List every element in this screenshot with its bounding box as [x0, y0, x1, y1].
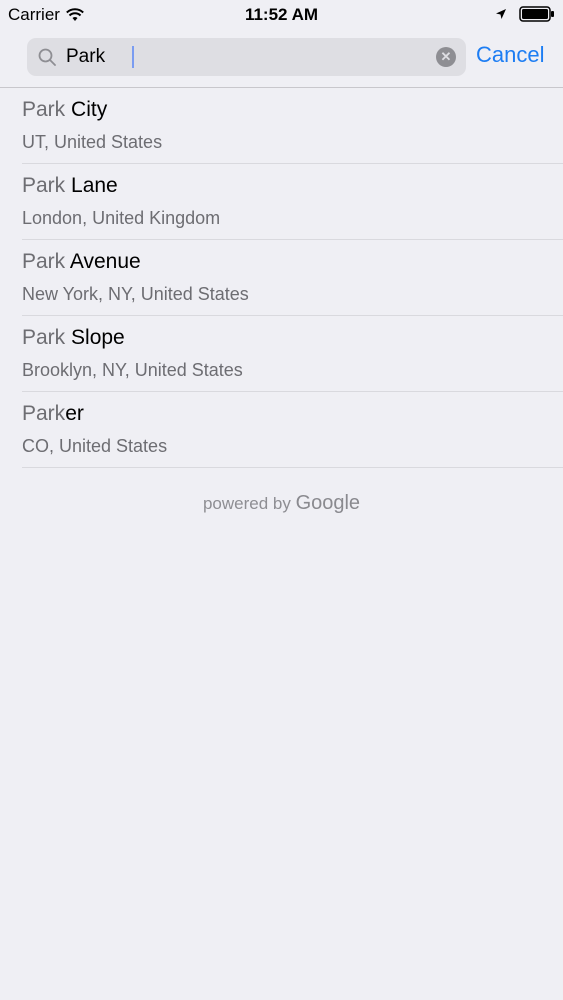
result-item[interactable]: Parker CO, United States: [22, 392, 563, 468]
battery-icon: [519, 6, 555, 22]
text-caret: [132, 46, 134, 68]
result-title-match: Park: [22, 326, 66, 349]
google-logo: Google: [295, 492, 361, 514]
result-title-rest: City: [65, 98, 108, 121]
result-title: Park City: [22, 98, 107, 122]
powered-by-text: powered by: [202, 494, 291, 513]
location-arrow-icon: [495, 8, 507, 20]
result-title: Parker: [22, 402, 84, 426]
results-list: Park City UT, United States Park Lane Lo…: [0, 88, 563, 468]
result-title-rest: er: [65, 402, 84, 425]
result-subtitle: UT, United States: [22, 132, 163, 152]
status-right: [495, 6, 555, 22]
cancel-button[interactable]: Cancel: [476, 42, 544, 68]
result-title-rest: Lane: [65, 174, 118, 197]
result-title-rest: Slope: [65, 326, 125, 349]
result-title-match: Park: [22, 174, 66, 197]
powered-by-attribution: powered by Google: [0, 492, 563, 515]
status-time: 11:52 AM: [244, 5, 319, 24]
status-bar: Carrier 11:52 AM: [0, 0, 563, 30]
result-item[interactable]: Park City UT, United States: [22, 88, 563, 164]
result-title: Park Slope: [22, 326, 125, 350]
result-title: Park Lane: [22, 174, 118, 198]
result-subtitle: Brooklyn, NY, United States: [22, 360, 243, 380]
search-icon: [38, 48, 56, 66]
result-subtitle: CO, United States: [22, 436, 168, 456]
result-title-match: Park: [22, 250, 66, 273]
search-header: ✕ Cancel: [0, 30, 563, 88]
result-item[interactable]: Park Avenue New York, NY, United States: [22, 240, 563, 316]
result-item[interactable]: Park Slope Brooklyn, NY, United States: [22, 316, 563, 392]
search-field[interactable]: ✕: [27, 38, 466, 76]
screen: Carrier 11:52 AM Park ✕ Cancel Park City…: [0, 0, 563, 1000]
result-title-rest: Avenue: [65, 250, 141, 273]
result-title-match: Park: [22, 98, 66, 121]
result-item[interactable]: Park Lane London, United Kingdom: [22, 164, 563, 240]
result-subtitle: London, United Kingdom: [22, 208, 221, 228]
result-title-match: Park: [22, 402, 66, 425]
result-title: Park Avenue: [22, 250, 141, 274]
search-input[interactable]: [66, 38, 416, 76]
clear-search-icon[interactable]: ✕: [436, 47, 456, 67]
result-subtitle: New York, NY, United States: [22, 284, 249, 304]
